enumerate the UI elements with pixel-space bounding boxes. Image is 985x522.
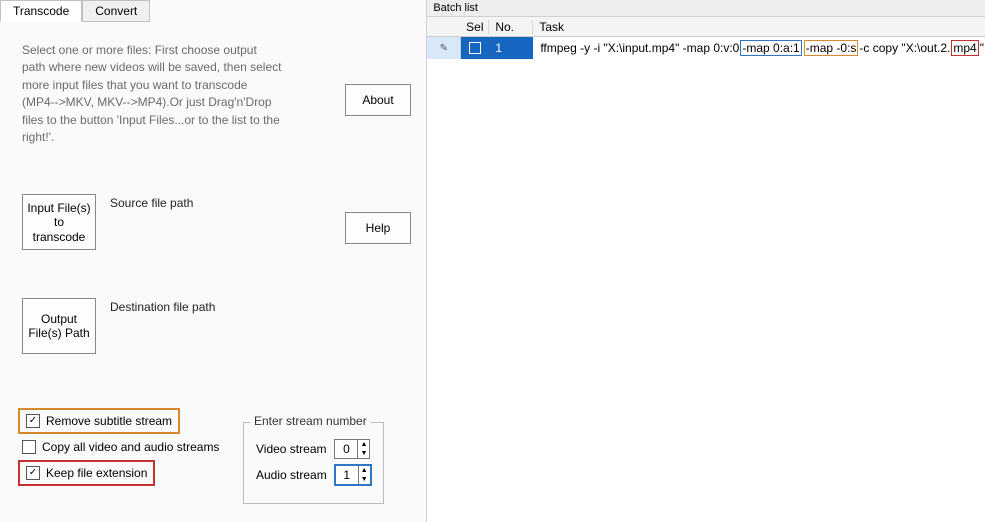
spinner-up-icon[interactable]: ▲ xyxy=(359,466,370,475)
copy-all-label: Copy all video and audio streams xyxy=(42,440,219,454)
cmd-tail: " xyxy=(979,41,985,55)
description-text: Select one or more files: First choose o… xyxy=(22,42,282,146)
row-task: ffmpeg -y -i "X:\input.mp4" -map 0:v:0 -… xyxy=(533,37,985,59)
about-button[interactable]: About xyxy=(345,84,411,116)
remove-subtitle-label: Remove subtitle stream xyxy=(46,414,172,428)
spinner-down-icon[interactable]: ▼ xyxy=(359,475,370,484)
cmd-map-audio: -map 0:a:1 xyxy=(740,40,801,56)
left-panel: Transcode Convert Select one or more fil… xyxy=(0,0,427,522)
options-area: ✓ Remove subtitle stream Copy all video … xyxy=(22,402,219,492)
right-panel: Batch list Sel No. Task ✎ 1 ffmpeg -y -i… xyxy=(427,0,985,522)
spinner-down-icon[interactable]: ▼ xyxy=(358,449,369,458)
video-stream-spinner[interactable]: 0 ▲▼ xyxy=(334,439,370,459)
stream-number-group: Enter stream number Video stream 0 ▲▼ Au… xyxy=(243,422,384,504)
audio-stream-spinner[interactable]: 1 ▲▼ xyxy=(335,465,371,485)
input-files-button[interactable]: Input File(s) to transcode xyxy=(22,194,96,250)
header-sel: Sel xyxy=(461,20,489,34)
spinner-up-icon[interactable]: ▲ xyxy=(358,440,369,449)
copy-all-checkbox[interactable] xyxy=(22,440,36,454)
header-no: No. xyxy=(489,20,533,34)
help-button[interactable]: Help xyxy=(345,212,411,244)
cmd-ext: mp4 xyxy=(951,40,978,56)
video-stream-value: 0 xyxy=(335,440,357,458)
stream-group-legend: Enter stream number xyxy=(250,414,371,428)
video-stream-label: Video stream xyxy=(256,442,326,456)
cmd-map-subs: -map -0:s xyxy=(804,40,859,56)
output-path-button[interactable]: Output File(s) Path xyxy=(22,298,96,354)
row-select-checkbox[interactable] xyxy=(469,42,481,54)
cmd-mid: -c copy "X:\out.2. xyxy=(858,41,951,55)
tab-transcode[interactable]: Transcode xyxy=(0,0,82,22)
row-no: 1 xyxy=(489,37,533,59)
keep-ext-label: Keep file extension xyxy=(46,466,147,480)
table-row[interactable]: ✎ 1 ffmpeg -y -i "X:\input.mp4" -map 0:v… xyxy=(427,37,985,59)
dest-path-label: Destination file path xyxy=(110,298,215,314)
row-select-cell[interactable] xyxy=(461,37,489,59)
remove-subtitle-checkbox[interactable]: ✓ xyxy=(26,414,40,428)
audio-stream-label: Audio stream xyxy=(256,468,327,482)
grid-header: Sel No. Task xyxy=(427,17,985,37)
row-edit-icon[interactable]: ✎ xyxy=(427,37,461,59)
keep-ext-checkbox[interactable]: ✓ xyxy=(26,466,40,480)
batch-list-title: Batch list xyxy=(427,0,985,17)
header-task: Task xyxy=(533,20,985,34)
tab-body: Select one or more files: First choose o… xyxy=(0,22,426,522)
source-path-label: Source file path xyxy=(110,194,193,210)
cmd-prefix: ffmpeg -y -i "X:\input.mp4" -map 0:v:0 xyxy=(539,41,740,55)
tab-convert[interactable]: Convert xyxy=(82,0,150,22)
audio-stream-value: 1 xyxy=(336,466,358,484)
tab-bar: Transcode Convert xyxy=(0,0,426,22)
